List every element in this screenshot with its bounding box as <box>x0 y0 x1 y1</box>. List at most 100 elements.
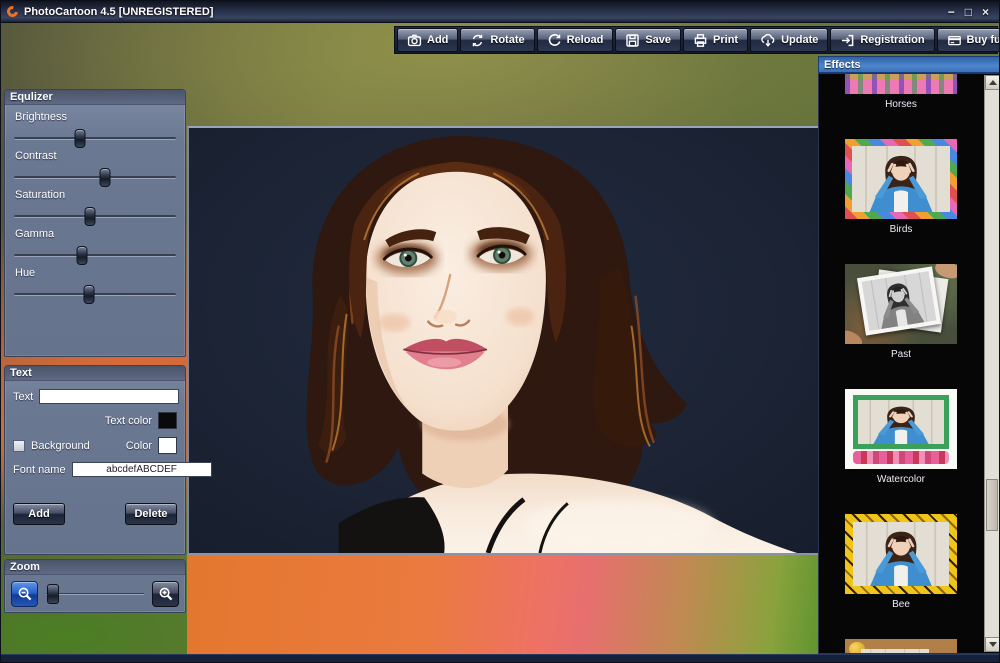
save-button[interactable]: Save <box>615 28 681 52</box>
brightness-label: Brightness <box>15 111 185 123</box>
window-title: PhotoCartoon 4.5 [UNREGISTERED] <box>24 6 948 18</box>
gamma-track[interactable] <box>14 254 176 257</box>
reload-button-label: Reload <box>567 34 604 46</box>
background-label: Background <box>31 440 90 452</box>
reload-button[interactable]: Reload <box>537 28 614 52</box>
zoom-in-button[interactable] <box>152 581 179 607</box>
effect-thumbnail-watercolor[interactable] <box>845 389 957 469</box>
rotate-icon <box>470 33 485 48</box>
effect-item-horses[interactable]: Horses <box>845 74 957 110</box>
effect-item-past[interactable]: Past <box>845 264 957 360</box>
zoom-out-button[interactable] <box>11 581 38 607</box>
zoom-panel-header: Zoom <box>5 560 185 575</box>
scroll-up-button[interactable] <box>985 75 1000 90</box>
text-panel: Text Text Text color Background Color Fo… <box>4 365 186 555</box>
zoom-slider-thumb[interactable] <box>47 584 59 604</box>
effect-thumbnail-birds[interactable] <box>845 139 957 219</box>
equalizer-header: Equlizer <box>5 90 185 105</box>
girl-photo-image <box>853 522 949 586</box>
maximize-button[interactable]: □ <box>965 5 972 19</box>
font-name-input[interactable] <box>72 462 212 477</box>
contrast-thumb[interactable] <box>99 168 110 187</box>
slider-brightness: Brightness <box>5 111 185 140</box>
girl-photo-image <box>861 649 929 653</box>
effect-item-birds[interactable]: Birds <box>845 139 957 235</box>
effect-label: Horses <box>885 99 917 110</box>
login-arrow-icon <box>840 33 855 48</box>
effects-scrollbar[interactable] <box>984 75 999 652</box>
slider-contrast: Contrast <box>5 150 185 179</box>
slider-hue: Hue <box>5 267 185 296</box>
zoom-in-icon <box>158 586 174 602</box>
slider-saturation: Saturation <box>5 189 185 218</box>
photocartoon-logo-icon <box>5 4 20 19</box>
text-color-swatch[interactable] <box>158 412 177 429</box>
title-bar: PhotoCartoon 4.5 [UNREGISTERED] − □ × <box>1 1 999 23</box>
effects-panel: Effects Horses Birds <box>818 56 1000 654</box>
camera-icon <box>407 33 422 48</box>
effects-title: Effects <box>819 59 861 71</box>
text-input[interactable] <box>39 389 179 404</box>
canvas-bottom-gradient <box>187 555 819 656</box>
credit-card-icon <box>947 33 962 48</box>
effect-item-partial[interactable] <box>845 639 957 653</box>
text-delete-button[interactable]: Delete <box>125 503 177 525</box>
equalizer-panel: Equlizer Brightness Contrast Saturation … <box>4 89 186 357</box>
effect-label: Birds <box>890 224 913 235</box>
effect-thumbnail-partial[interactable] <box>845 639 957 653</box>
saturation-label: Saturation <box>15 189 185 201</box>
effect-item-bee[interactable]: Bee <box>845 514 957 610</box>
hand-icon <box>845 328 865 344</box>
cloud-download-icon <box>760 33 776 48</box>
close-button[interactable]: × <box>982 5 989 19</box>
effect-thumbnail-horses[interactable] <box>845 74 957 94</box>
sketch-photo <box>857 266 941 335</box>
status-bar <box>1 654 999 662</box>
registration-button[interactable]: Registration <box>830 28 934 52</box>
print-button[interactable]: Print <box>683 28 748 52</box>
hue-thumb[interactable] <box>83 285 94 304</box>
effect-thumbnail-bee[interactable] <box>845 514 957 594</box>
text-add-button[interactable]: Add <box>13 503 65 525</box>
zoom-panel: Zoom <box>4 559 186 613</box>
background-checkbox[interactable] <box>13 440 25 452</box>
saturation-thumb[interactable] <box>85 207 96 226</box>
font-name-label: Font name <box>13 464 66 476</box>
text-field-label: Text <box>13 391 33 403</box>
slider-gamma: Gamma <box>5 228 185 257</box>
buy-full-version-button[interactable]: Buy full version <box>937 28 1000 52</box>
effect-item-watercolor[interactable]: Watercolor <box>845 389 957 485</box>
hue-label: Hue <box>15 267 185 279</box>
arrow-up-icon <box>989 80 997 85</box>
color-label: Color <box>126 440 152 452</box>
brightness-thumb[interactable] <box>75 129 86 148</box>
add-button-label: Add <box>427 34 448 46</box>
minimize-button[interactable]: − <box>948 5 955 19</box>
add-button[interactable]: Add <box>397 28 458 52</box>
saturation-track[interactable] <box>14 215 176 218</box>
main-toolbar: Add Rotate Reload Save Print Update Regi… <box>394 26 998 54</box>
contrast-track[interactable] <box>14 176 176 179</box>
update-button[interactable]: Update <box>750 28 828 52</box>
text-panel-header: Text <box>5 366 185 381</box>
hue-track[interactable] <box>14 293 176 296</box>
effects-list-body: Horses Birds <box>818 73 1000 654</box>
photocartoon-window: PhotoCartoon 4.5 [UNREGISTERED] − □ × Ad… <box>0 0 1000 663</box>
floppy-icon <box>625 33 640 48</box>
scrollbar-thumb[interactable] <box>986 479 998 531</box>
image-canvas[interactable] <box>187 126 819 555</box>
rotate-button[interactable]: Rotate <box>460 28 534 52</box>
gamma-thumb[interactable] <box>77 246 88 265</box>
rotate-button-label: Rotate <box>490 34 524 46</box>
contrast-label: Contrast <box>15 150 185 162</box>
printer-icon <box>693 33 708 48</box>
zoom-slider-track[interactable] <box>46 593 144 595</box>
effect-thumbnail-past[interactable] <box>845 264 957 344</box>
background-color-swatch[interactable] <box>158 437 177 454</box>
girl-photo-image <box>858 400 944 444</box>
portrait-image <box>189 128 819 553</box>
scroll-down-button[interactable] <box>985 637 1000 652</box>
reload-icon <box>547 33 562 48</box>
brightness-track[interactable] <box>14 137 176 140</box>
effect-label: Past <box>891 349 911 360</box>
